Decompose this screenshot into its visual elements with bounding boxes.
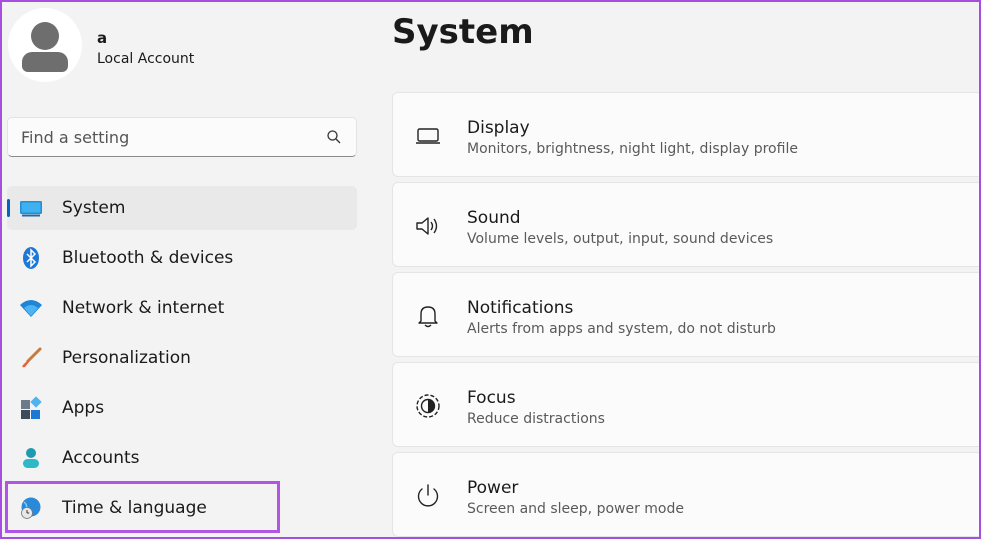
accounts-icon bbox=[23, 448, 39, 468]
page-title: System bbox=[392, 12, 534, 52]
settings-card-focus[interactable]: Focus Reduce distractions bbox=[392, 362, 981, 447]
system-icon bbox=[20, 201, 42, 217]
sidebar-item-label: Bluetooth & devices bbox=[62, 248, 234, 268]
sidebar-item-network[interactable]: Network & internet bbox=[7, 286, 357, 330]
brush-icon bbox=[22, 347, 42, 368]
card-title: Display bbox=[467, 118, 530, 138]
card-title: Notifications bbox=[467, 298, 574, 318]
card-title: Focus bbox=[467, 388, 516, 408]
sidebar-item-bluetooth[interactable]: Bluetooth & devices bbox=[7, 236, 357, 280]
search-icon[interactable] bbox=[326, 129, 342, 145]
sidebar-item-accounts[interactable]: Accounts bbox=[7, 436, 357, 480]
sidebar: a Local Account Find a setting System Bl… bbox=[0, 0, 370, 539]
bluetooth-icon bbox=[23, 247, 39, 269]
search-placeholder: Find a setting bbox=[21, 128, 130, 147]
card-subtitle: Monitors, brightness, night light, displ… bbox=[467, 141, 798, 157]
bell-icon bbox=[418, 306, 438, 328]
power-icon bbox=[417, 484, 439, 507]
speaker-icon bbox=[416, 217, 438, 235]
sidebar-item-label: Time & language bbox=[62, 498, 207, 518]
settings-card-sound[interactable]: Sound Volume levels, output, input, soun… bbox=[392, 182, 981, 267]
settings-card-notifications[interactable]: Notifications Alerts from apps and syste… bbox=[392, 272, 981, 357]
user-name: a bbox=[97, 29, 108, 47]
display-icon bbox=[416, 128, 440, 144]
active-indicator bbox=[7, 199, 10, 217]
settings-card-power[interactable]: Power Screen and sleep, power mode bbox=[392, 452, 981, 537]
card-title: Sound bbox=[467, 208, 521, 228]
account-type: Local Account bbox=[97, 51, 195, 67]
apps-icon bbox=[21, 396, 42, 419]
sidebar-item-label: Personalization bbox=[62, 348, 191, 368]
focus-icon bbox=[416, 394, 440, 418]
sidebar-item-label: System bbox=[62, 198, 126, 218]
sidebar-item-label: Apps bbox=[62, 398, 105, 418]
time-language-icon bbox=[21, 497, 41, 519]
search-input[interactable]: Find a setting bbox=[7, 117, 357, 157]
sidebar-item-label: Accounts bbox=[62, 448, 140, 468]
sidebar-item-apps[interactable]: Apps bbox=[7, 386, 357, 430]
card-title: Power bbox=[467, 478, 519, 498]
settings-card-display[interactable]: Display Monitors, brightness, night ligh… bbox=[392, 92, 981, 177]
card-subtitle: Reduce distractions bbox=[467, 411, 605, 427]
card-subtitle: Screen and sleep, power mode bbox=[467, 501, 684, 517]
sidebar-item-label: Network & internet bbox=[62, 298, 225, 318]
avatar-head bbox=[31, 22, 59, 50]
sidebar-item-time-language[interactable]: Time & language bbox=[7, 486, 357, 530]
card-subtitle: Volume levels, output, input, sound devi… bbox=[467, 231, 774, 247]
card-subtitle: Alerts from apps and system, do not dist… bbox=[467, 321, 776, 337]
sidebar-item-personalization[interactable]: Personalization bbox=[7, 336, 357, 380]
avatar[interactable] bbox=[8, 8, 82, 82]
avatar-body bbox=[22, 52, 68, 72]
wifi-icon bbox=[20, 300, 42, 317]
sidebar-item-system[interactable]: System bbox=[7, 186, 357, 230]
